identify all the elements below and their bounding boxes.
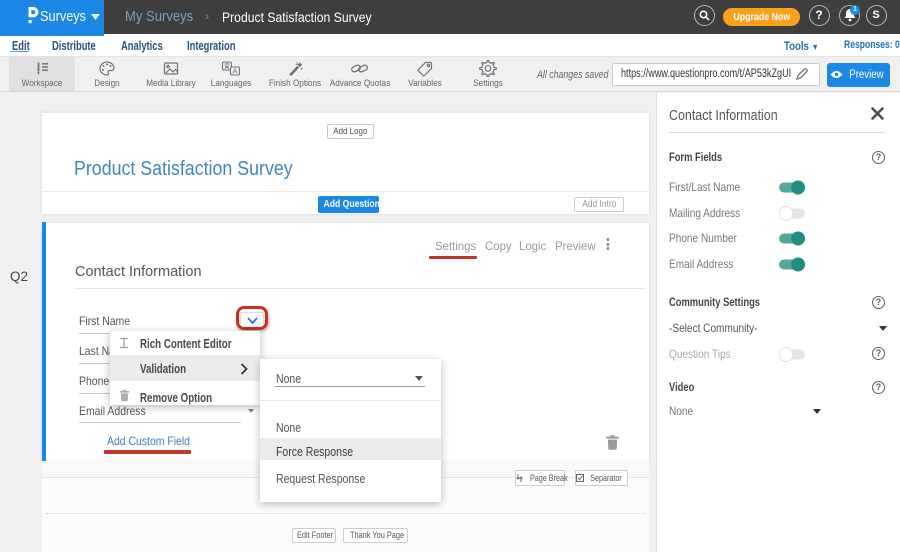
svg-text:A: A (233, 69, 238, 76)
